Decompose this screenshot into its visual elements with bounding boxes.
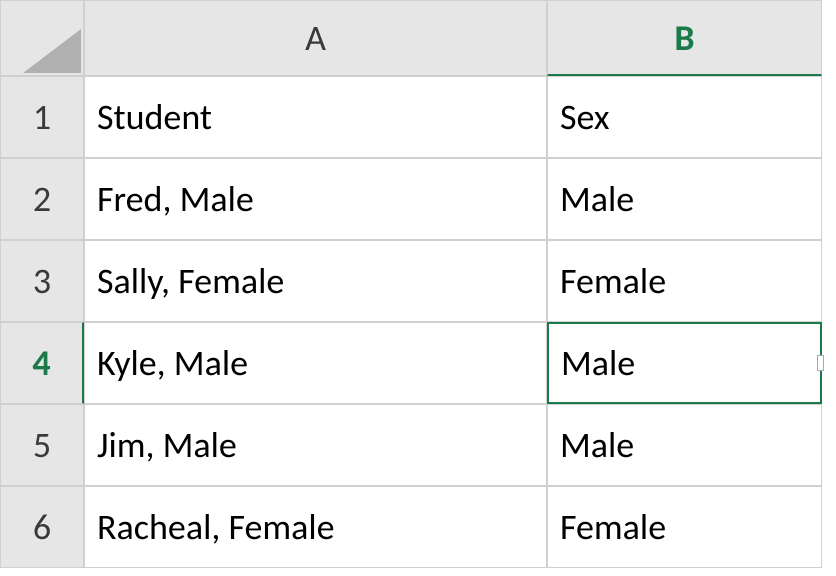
cell-B2[interactable]: Male	[547, 158, 822, 240]
row-header-6[interactable]: 6	[0, 486, 84, 568]
row-header-3[interactable]: 3	[0, 240, 84, 322]
cell-A6[interactable]: Racheal, Female	[84, 486, 547, 568]
column-header-B[interactable]: B	[547, 0, 822, 76]
cell-A2[interactable]: Fred, Male	[84, 158, 547, 240]
cell-B5[interactable]: Male	[547, 404, 822, 486]
cell-B4[interactable]: Male	[547, 322, 822, 404]
cell-B3[interactable]: Female	[547, 240, 822, 322]
fill-handle[interactable]	[817, 355, 824, 371]
cell-A3[interactable]: Sally, Female	[84, 240, 547, 322]
row-header-1[interactable]: 1	[0, 76, 84, 158]
spreadsheet-grid[interactable]: A B 1 Student Sex 2 Fred, Male Male 3 Sa…	[0, 0, 836, 568]
column-header-A[interactable]: A	[84, 0, 547, 76]
cell-A5[interactable]: Jim, Male	[84, 404, 547, 486]
select-all-corner[interactable]	[0, 0, 84, 76]
row-header-5[interactable]: 5	[0, 404, 84, 486]
row-header-4[interactable]: 4	[0, 322, 84, 404]
cell-B4-value: Male	[561, 345, 635, 381]
cell-A1[interactable]: Student	[84, 76, 547, 158]
row-header-2[interactable]: 2	[0, 158, 84, 240]
cell-B6[interactable]: Female	[547, 486, 822, 568]
cell-B1[interactable]: Sex	[547, 76, 822, 158]
cell-A4[interactable]: Kyle, Male	[84, 322, 547, 404]
